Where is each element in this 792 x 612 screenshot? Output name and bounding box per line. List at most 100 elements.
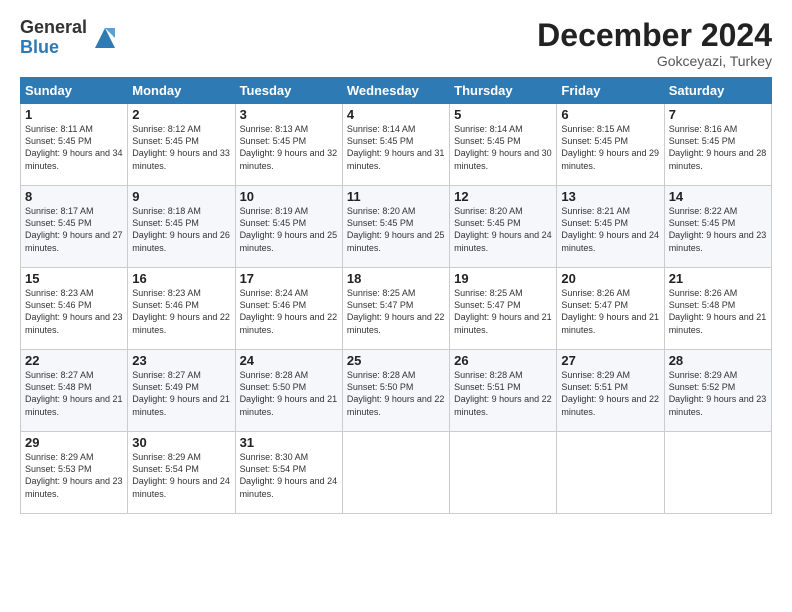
day-number: 24 bbox=[240, 353, 338, 368]
calendar-table: SundayMondayTuesdayWednesdayThursdayFrid… bbox=[20, 77, 772, 514]
cell-info: Sunrise: 8:23 AMSunset: 5:46 PMDaylight:… bbox=[132, 287, 230, 336]
cell-info: Sunrise: 8:30 AMSunset: 5:54 PMDaylight:… bbox=[240, 451, 338, 500]
cell-info: Sunrise: 8:27 AMSunset: 5:48 PMDaylight:… bbox=[25, 369, 123, 418]
logo-text: General Blue bbox=[20, 18, 87, 58]
month-title: December 2024 bbox=[537, 18, 772, 53]
day-number: 18 bbox=[347, 271, 445, 286]
cell-info: Sunrise: 8:25 AMSunset: 5:47 PMDaylight:… bbox=[454, 287, 552, 336]
week-row-2: 8 Sunrise: 8:17 AMSunset: 5:45 PMDayligh… bbox=[21, 186, 772, 268]
calendar-cell: 6 Sunrise: 8:15 AMSunset: 5:45 PMDayligh… bbox=[557, 104, 664, 186]
calendar-cell: 3 Sunrise: 8:13 AMSunset: 5:45 PMDayligh… bbox=[235, 104, 342, 186]
day-number: 23 bbox=[132, 353, 230, 368]
calendar-cell: 1 Sunrise: 8:11 AMSunset: 5:45 PMDayligh… bbox=[21, 104, 128, 186]
cell-info: Sunrise: 8:22 AMSunset: 5:45 PMDaylight:… bbox=[669, 205, 767, 254]
day-number: 22 bbox=[25, 353, 123, 368]
cell-info: Sunrise: 8:24 AMSunset: 5:46 PMDaylight:… bbox=[240, 287, 338, 336]
cell-info: Sunrise: 8:28 AMSunset: 5:50 PMDaylight:… bbox=[347, 369, 445, 418]
day-number: 28 bbox=[669, 353, 767, 368]
calendar-cell: 27 Sunrise: 8:29 AMSunset: 5:51 PMDaylig… bbox=[557, 350, 664, 432]
calendar-cell: 7 Sunrise: 8:16 AMSunset: 5:45 PMDayligh… bbox=[664, 104, 771, 186]
title-block: December 2024 Gokceyazi, Turkey bbox=[537, 18, 772, 69]
calendar-cell: 31 Sunrise: 8:30 AMSunset: 5:54 PMDaylig… bbox=[235, 432, 342, 514]
cell-info: Sunrise: 8:29 AMSunset: 5:51 PMDaylight:… bbox=[561, 369, 659, 418]
cell-info: Sunrise: 8:29 AMSunset: 5:52 PMDaylight:… bbox=[669, 369, 767, 418]
col-header-wednesday: Wednesday bbox=[342, 78, 449, 104]
calendar-cell: 13 Sunrise: 8:21 AMSunset: 5:45 PMDaylig… bbox=[557, 186, 664, 268]
calendar-cell: 21 Sunrise: 8:26 AMSunset: 5:48 PMDaylig… bbox=[664, 268, 771, 350]
col-header-tuesday: Tuesday bbox=[235, 78, 342, 104]
day-number: 27 bbox=[561, 353, 659, 368]
calendar-cell: 8 Sunrise: 8:17 AMSunset: 5:45 PMDayligh… bbox=[21, 186, 128, 268]
cell-info: Sunrise: 8:18 AMSunset: 5:45 PMDaylight:… bbox=[132, 205, 230, 254]
week-row-5: 29 Sunrise: 8:29 AMSunset: 5:53 PMDaylig… bbox=[21, 432, 772, 514]
day-number: 19 bbox=[454, 271, 552, 286]
calendar-cell bbox=[450, 432, 557, 514]
week-row-1: 1 Sunrise: 8:11 AMSunset: 5:45 PMDayligh… bbox=[21, 104, 772, 186]
cell-info: Sunrise: 8:23 AMSunset: 5:46 PMDaylight:… bbox=[25, 287, 123, 336]
calendar-cell: 30 Sunrise: 8:29 AMSunset: 5:54 PMDaylig… bbox=[128, 432, 235, 514]
cell-info: Sunrise: 8:26 AMSunset: 5:47 PMDaylight:… bbox=[561, 287, 659, 336]
day-number: 21 bbox=[669, 271, 767, 286]
week-row-3: 15 Sunrise: 8:23 AMSunset: 5:46 PMDaylig… bbox=[21, 268, 772, 350]
week-row-4: 22 Sunrise: 8:27 AMSunset: 5:48 PMDaylig… bbox=[21, 350, 772, 432]
calendar-cell: 12 Sunrise: 8:20 AMSunset: 5:45 PMDaylig… bbox=[450, 186, 557, 268]
calendar-cell: 15 Sunrise: 8:23 AMSunset: 5:46 PMDaylig… bbox=[21, 268, 128, 350]
location-subtitle: Gokceyazi, Turkey bbox=[537, 53, 772, 69]
cell-info: Sunrise: 8:14 AMSunset: 5:45 PMDaylight:… bbox=[347, 123, 445, 172]
day-number: 14 bbox=[669, 189, 767, 204]
calendar-cell: 24 Sunrise: 8:28 AMSunset: 5:50 PMDaylig… bbox=[235, 350, 342, 432]
day-number: 31 bbox=[240, 435, 338, 450]
day-number: 11 bbox=[347, 189, 445, 204]
calendar-cell: 5 Sunrise: 8:14 AMSunset: 5:45 PMDayligh… bbox=[450, 104, 557, 186]
day-number: 16 bbox=[132, 271, 230, 286]
logo-icon bbox=[91, 24, 119, 52]
col-header-sunday: Sunday bbox=[21, 78, 128, 104]
day-number: 25 bbox=[347, 353, 445, 368]
cell-info: Sunrise: 8:25 AMSunset: 5:47 PMDaylight:… bbox=[347, 287, 445, 336]
calendar-cell: 29 Sunrise: 8:29 AMSunset: 5:53 PMDaylig… bbox=[21, 432, 128, 514]
day-number: 29 bbox=[25, 435, 123, 450]
calendar-cell: 22 Sunrise: 8:27 AMSunset: 5:48 PMDaylig… bbox=[21, 350, 128, 432]
calendar-cell bbox=[664, 432, 771, 514]
day-number: 15 bbox=[25, 271, 123, 286]
calendar-cell: 18 Sunrise: 8:25 AMSunset: 5:47 PMDaylig… bbox=[342, 268, 449, 350]
day-number: 30 bbox=[132, 435, 230, 450]
page: General Blue December 2024 Gokceyazi, Tu… bbox=[0, 0, 792, 612]
day-number: 6 bbox=[561, 107, 659, 122]
calendar-cell: 9 Sunrise: 8:18 AMSunset: 5:45 PMDayligh… bbox=[128, 186, 235, 268]
calendar-cell: 23 Sunrise: 8:27 AMSunset: 5:49 PMDaylig… bbox=[128, 350, 235, 432]
cell-info: Sunrise: 8:26 AMSunset: 5:48 PMDaylight:… bbox=[669, 287, 767, 336]
day-number: 2 bbox=[132, 107, 230, 122]
calendar-cell: 4 Sunrise: 8:14 AMSunset: 5:45 PMDayligh… bbox=[342, 104, 449, 186]
cell-info: Sunrise: 8:13 AMSunset: 5:45 PMDaylight:… bbox=[240, 123, 338, 172]
logo: General Blue bbox=[20, 18, 119, 58]
calendar-cell bbox=[342, 432, 449, 514]
calendar-cell: 10 Sunrise: 8:19 AMSunset: 5:45 PMDaylig… bbox=[235, 186, 342, 268]
col-header-saturday: Saturday bbox=[664, 78, 771, 104]
cell-info: Sunrise: 8:28 AMSunset: 5:50 PMDaylight:… bbox=[240, 369, 338, 418]
day-number: 10 bbox=[240, 189, 338, 204]
cell-info: Sunrise: 8:17 AMSunset: 5:45 PMDaylight:… bbox=[25, 205, 123, 254]
calendar-cell: 19 Sunrise: 8:25 AMSunset: 5:47 PMDaylig… bbox=[450, 268, 557, 350]
cell-info: Sunrise: 8:29 AMSunset: 5:53 PMDaylight:… bbox=[25, 451, 123, 500]
calendar-cell: 2 Sunrise: 8:12 AMSunset: 5:45 PMDayligh… bbox=[128, 104, 235, 186]
header: General Blue December 2024 Gokceyazi, Tu… bbox=[20, 18, 772, 69]
cell-info: Sunrise: 8:21 AMSunset: 5:45 PMDaylight:… bbox=[561, 205, 659, 254]
day-number: 3 bbox=[240, 107, 338, 122]
day-number: 8 bbox=[25, 189, 123, 204]
cell-info: Sunrise: 8:29 AMSunset: 5:54 PMDaylight:… bbox=[132, 451, 230, 500]
calendar-cell: 14 Sunrise: 8:22 AMSunset: 5:45 PMDaylig… bbox=[664, 186, 771, 268]
logo-general: General bbox=[20, 18, 87, 38]
cell-info: Sunrise: 8:28 AMSunset: 5:51 PMDaylight:… bbox=[454, 369, 552, 418]
day-number: 1 bbox=[25, 107, 123, 122]
day-number: 17 bbox=[240, 271, 338, 286]
cell-info: Sunrise: 8:19 AMSunset: 5:45 PMDaylight:… bbox=[240, 205, 338, 254]
calendar-cell: 11 Sunrise: 8:20 AMSunset: 5:45 PMDaylig… bbox=[342, 186, 449, 268]
day-number: 26 bbox=[454, 353, 552, 368]
day-number: 12 bbox=[454, 189, 552, 204]
col-header-friday: Friday bbox=[557, 78, 664, 104]
cell-info: Sunrise: 8:14 AMSunset: 5:45 PMDaylight:… bbox=[454, 123, 552, 172]
col-header-monday: Monday bbox=[128, 78, 235, 104]
calendar-cell: 16 Sunrise: 8:23 AMSunset: 5:46 PMDaylig… bbox=[128, 268, 235, 350]
logo-blue: Blue bbox=[20, 38, 87, 58]
